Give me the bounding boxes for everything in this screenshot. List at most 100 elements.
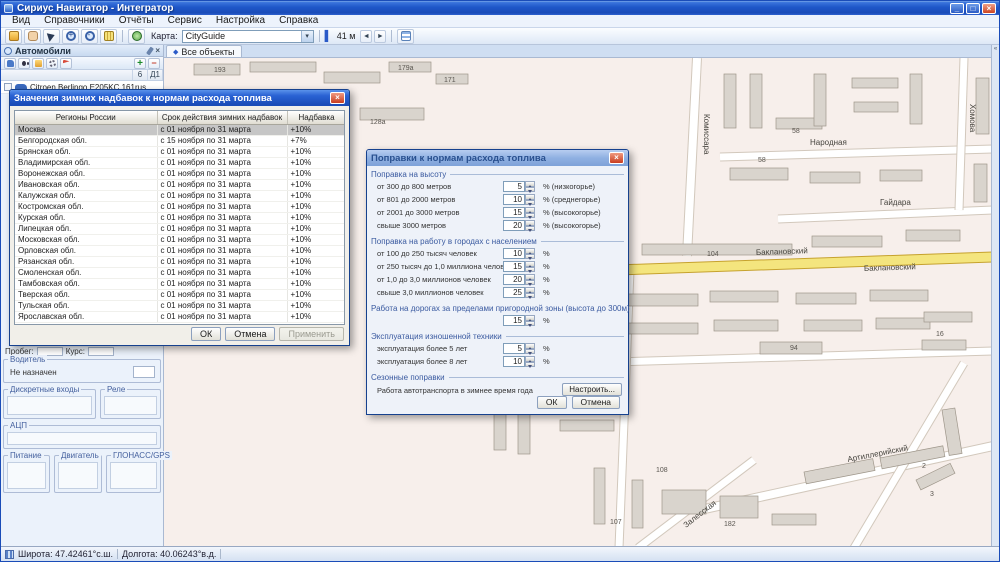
close-icon[interactable]: × — [155, 47, 160, 55]
tab-all-objects[interactable]: ◆ Все объекты — [166, 45, 242, 57]
spinner-input[interactable]: 5 — [503, 181, 535, 192]
spinner-down-icon[interactable] — [525, 321, 535, 327]
spinner-input[interactable]: 10 — [503, 194, 535, 205]
vehicle-button[interactable] — [4, 58, 16, 69]
pin-icon[interactable] — [146, 46, 154, 55]
close-icon[interactable]: × — [330, 92, 345, 104]
column-header[interactable]: Срок действия зимних надбавок — [157, 111, 287, 124]
region-row[interactable]: Москвас 01 ноября по 31 марта+10% — [15, 124, 345, 135]
building-number: 2 — [922, 463, 926, 470]
add-button[interactable]: + — [134, 58, 146, 69]
spinner-down-icon[interactable] — [525, 362, 535, 368]
group-button[interactable] — [32, 58, 44, 69]
cell-region: Воронежская обл. — [15, 168, 157, 179]
winter-dialog-title-bar[interactable]: Значения зимних надбавок к нормам расход… — [10, 90, 349, 106]
menu-item-4[interactable]: Сервис — [161, 15, 209, 27]
column-header[interactable]: Регионы России — [15, 111, 157, 124]
region-row[interactable]: Брянская обл.с 01 ноября по 31 марта+10% — [15, 146, 345, 157]
collapsed-panel-strip[interactable]: « — [991, 45, 999, 546]
spinner-input[interactable]: 15 — [503, 261, 535, 272]
region-row[interactable]: Тамбовская обл.с 01 ноября по 31 марта+1… — [15, 278, 345, 289]
spinner-down-icon[interactable] — [525, 293, 535, 299]
spinner-input[interactable]: 5 — [503, 343, 535, 354]
layers-button[interactable] — [397, 29, 414, 44]
section-header-label: Сезонные поправки — [371, 373, 445, 382]
close-icon[interactable]: × — [609, 152, 624, 164]
vehicle-grid-header: 6Д1 — [1, 70, 163, 81]
spinner-down-icon[interactable] — [525, 254, 535, 260]
spinner-arrows — [525, 248, 535, 259]
region-row[interactable]: Владимирская обл.с 01 ноября по 31 марта… — [15, 157, 345, 168]
chevron-down-icon[interactable]: ▾ — [301, 31, 313, 42]
spinner-down-icon[interactable] — [525, 200, 535, 206]
measure-button[interactable] — [100, 29, 117, 44]
region-row[interactable]: Смоленская обл.с 01 ноября по 31 марта+1… — [15, 267, 345, 278]
zoom-out-icon — [85, 31, 95, 41]
menu-item-1[interactable]: Вид — [5, 15, 37, 27]
regions-table[interactable]: Регионы РоссииСрок действия зимних надба… — [14, 110, 345, 325]
region-row[interactable]: Московская обл.с 01 ноября по 31 марта+1… — [15, 234, 345, 245]
cell-value: +10% — [287, 179, 345, 190]
minimize-button[interactable]: _ — [950, 3, 964, 14]
menu-item-3[interactable]: Отчёты — [112, 15, 161, 27]
close-button[interactable]: × — [982, 3, 996, 14]
street-label: Гайдара — [880, 198, 911, 207]
grid-column-header[interactable]: 6 — [133, 70, 148, 80]
spinner-input[interactable]: 10 — [503, 356, 535, 367]
menu-item-6[interactable]: Справка — [272, 15, 325, 27]
settings-button[interactable] — [46, 58, 58, 69]
cancel-button[interactable]: Отмена — [225, 327, 275, 341]
cancel-button[interactable]: Отмена — [572, 396, 621, 409]
pan-button[interactable] — [24, 29, 41, 44]
zoom-out-button[interactable] — [81, 29, 98, 44]
region-row[interactable]: Липецкая обл.с 01 ноября по 31 марта+10% — [15, 223, 345, 234]
open-button[interactable] — [5, 29, 22, 44]
zoom-in-button[interactable] — [62, 29, 79, 44]
row-suffix: % — [543, 344, 550, 353]
region-row[interactable]: Тверская обл.с 01 ноября по 31 марта+10% — [15, 289, 345, 300]
spinner-down-icon[interactable] — [525, 187, 535, 193]
region-row[interactable]: Тульская обл.с 01 ноября по 31 марта+10% — [15, 300, 345, 311]
spinner-value: 10 — [503, 194, 525, 205]
region-row[interactable]: Ярославская обл.с 01 ноября по 31 марта+… — [15, 311, 345, 322]
column-header[interactable]: Надбавка — [287, 111, 345, 124]
find-vehicle-button[interactable] — [18, 58, 30, 69]
scale-decrease-button[interactable]: ◄ — [360, 30, 372, 43]
spinner-down-icon[interactable] — [525, 280, 535, 286]
region-row[interactable]: Орловская обл.с 01 ноября по 31 марта+10… — [15, 245, 345, 256]
region-row[interactable]: Белгородская обл.с 15 ноября по 31 марта… — [15, 135, 345, 146]
menu-item-5[interactable]: Настройка — [209, 15, 272, 27]
region-row[interactable]: Воронежская обл.с 01 ноября по 31 марта+… — [15, 168, 345, 179]
corrections-dialog-title-bar[interactable]: Поправки к нормам расхода топлива × — [367, 150, 628, 166]
region-row[interactable]: Курская обл.с 01 ноября по 31 марта+10% — [15, 212, 345, 223]
spinner-input[interactable]: 25 — [503, 287, 535, 298]
spinner-down-icon[interactable] — [525, 349, 535, 355]
map-source-button[interactable] — [128, 29, 145, 44]
ok-button[interactable]: ОК — [537, 396, 567, 409]
spinner-input[interactable]: 20 — [503, 220, 535, 231]
region-row[interactable]: Рязанская обл.с 01 ноября по 31 марта+10… — [15, 256, 345, 267]
region-row[interactable]: Ивановская обл.с 01 ноября по 31 марта+1… — [15, 179, 345, 190]
cell-region: Белгородская обл. — [15, 135, 157, 146]
spinner-input[interactable]: 15 — [503, 315, 535, 326]
apply-button[interactable]: Применить — [279, 327, 344, 341]
configure-button[interactable]: Настроить... — [562, 383, 622, 396]
region-row[interactable]: Костромская обл.с 01 ноября по 31 марта+… — [15, 201, 345, 212]
spinner-down-icon[interactable] — [525, 226, 535, 232]
spinner-down-icon[interactable] — [525, 267, 535, 273]
track-button[interactable] — [60, 58, 72, 69]
menu-item-2[interactable]: Справочники — [37, 15, 112, 27]
collapse-icon[interactable]: « — [994, 46, 997, 52]
grid-column-header[interactable]: Д1 — [148, 70, 163, 80]
scale-increase-button[interactable]: ► — [374, 30, 386, 43]
spinner-down-icon[interactable] — [525, 213, 535, 219]
spinner-input[interactable]: 10 — [503, 248, 535, 259]
map-select[interactable]: CityGuide ▾ — [182, 30, 314, 43]
select-button[interactable] — [43, 29, 60, 44]
ok-button[interactable]: ОК — [191, 327, 221, 341]
spinner-input[interactable]: 15 — [503, 207, 535, 218]
region-row[interactable]: Калужская обл.с 01 ноября по 31 марта+10… — [15, 190, 345, 201]
maximize-button[interactable]: □ — [966, 3, 980, 14]
spinner-input[interactable]: 20 — [503, 274, 535, 285]
remove-button[interactable]: − — [148, 58, 160, 69]
